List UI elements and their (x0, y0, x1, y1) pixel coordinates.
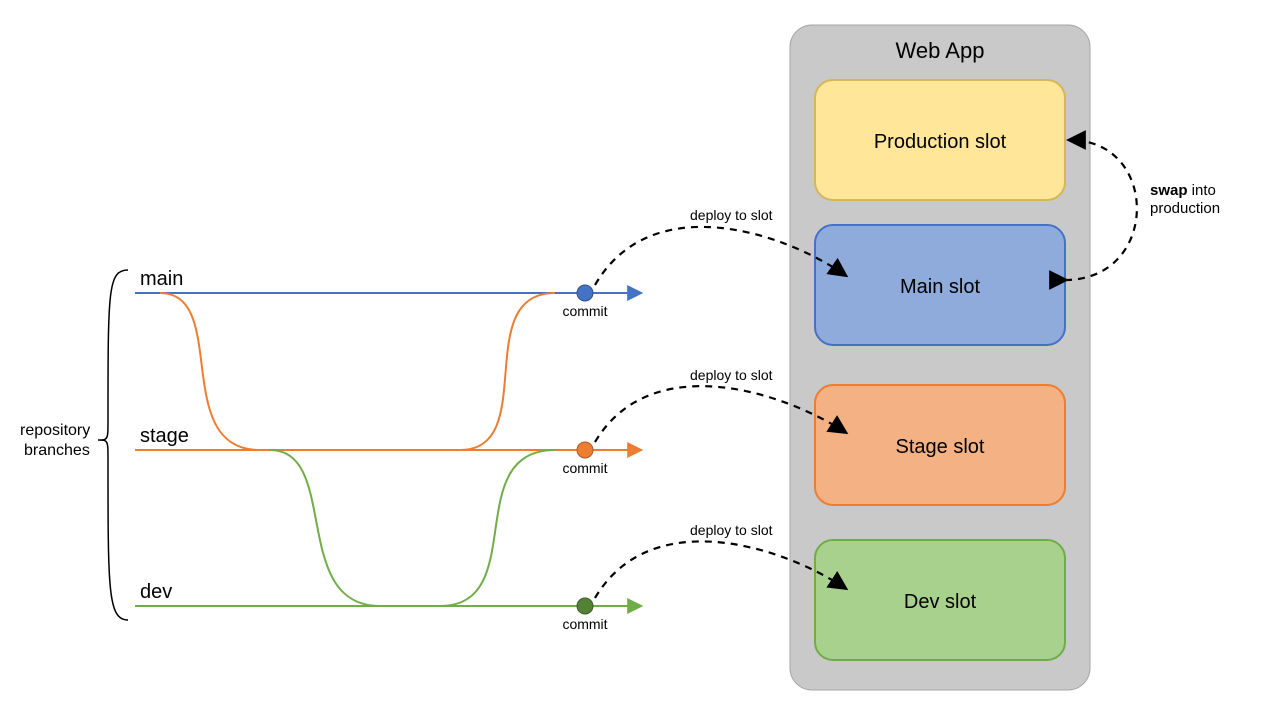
deploy-label-main: deploy to slot (690, 207, 773, 223)
branch-dev-label: dev (140, 581, 172, 603)
repository-label-1: repository (20, 422, 90, 439)
commit-label-stage: commit (562, 460, 607, 476)
branch-stage: stage commit (135, 293, 640, 476)
slot-production: Production slot (815, 80, 1065, 200)
slot-stage-label: Stage slot (896, 436, 985, 458)
branch-stage-label: stage (140, 425, 189, 447)
commit-label-main: commit (562, 303, 607, 319)
webapp-title: Web App (896, 38, 985, 63)
branch-main: main commit (135, 268, 640, 319)
swap-label-line2: production (1150, 200, 1220, 217)
repository-bracket (98, 270, 128, 620)
slot-dev-label: Dev slot (904, 591, 977, 613)
commit-dot-stage (577, 442, 593, 458)
branch-main-label: main (140, 268, 183, 290)
slot-main-label: Main slot (900, 276, 980, 298)
slot-stage: Stage slot (815, 385, 1065, 505)
slot-dev: Dev slot (815, 540, 1065, 660)
swap-label-line1: swap into (1150, 182, 1216, 199)
slot-main: Main slot (815, 225, 1065, 345)
slot-production-label: Production slot (874, 131, 1007, 153)
diagram-canvas: Web App Production slot Main slot Stage … (0, 0, 1280, 720)
branch-dev: dev commit (135, 450, 640, 632)
deploy-label-stage: deploy to slot (690, 367, 773, 383)
commit-label-dev: commit (562, 616, 607, 632)
commit-dot-main (577, 285, 593, 301)
repository-label-2: branches (24, 442, 90, 459)
deploy-label-dev: deploy to slot (690, 522, 773, 538)
commit-dot-dev (577, 598, 593, 614)
